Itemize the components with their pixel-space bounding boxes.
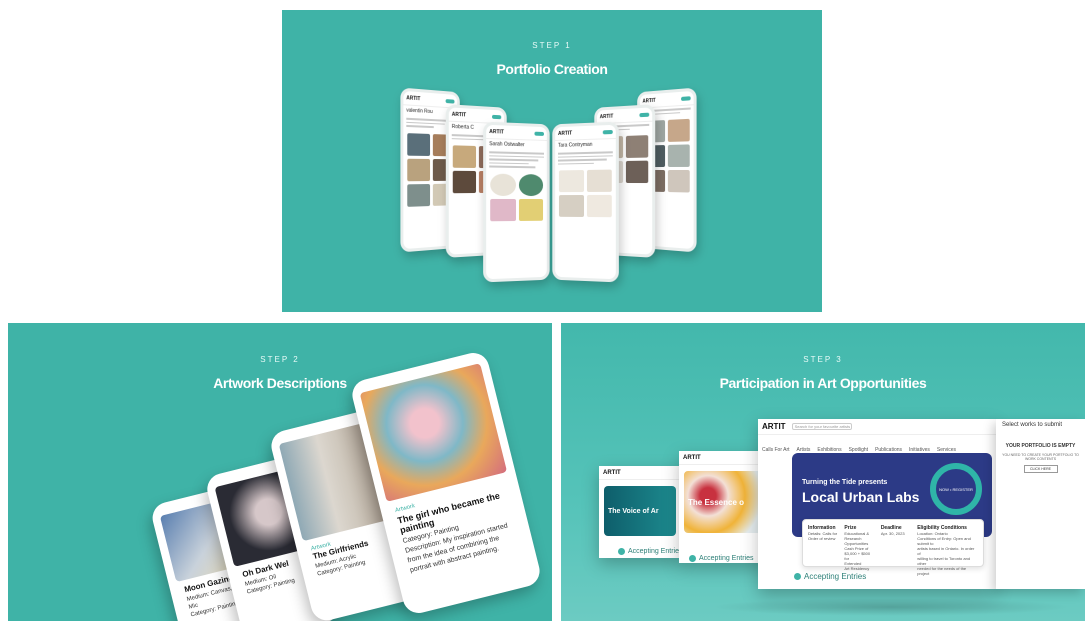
brand-logo: ARTIT <box>406 94 421 102</box>
brand-logo: ARTIT <box>451 111 467 118</box>
empty-text: YOU NEED TO CREATE YOUR PORTFOLIO TO WOR… <box>1002 453 1079 461</box>
artist-name: Sarah Ostwalter <box>489 141 525 149</box>
phone-mockup: ARTIT Sarah Ostwalter <box>483 121 550 283</box>
step1-label: STEP 1 <box>532 41 572 50</box>
status-badge: Accepting Entries <box>689 555 753 562</box>
details-card: Information Details: Calls for Order of r… <box>802 519 984 576</box>
follow-button[interactable] <box>681 95 691 101</box>
artist-name: Tara Contryman <box>558 141 593 149</box>
sidebar-heading: Select works to submit <box>1002 422 1063 428</box>
info-text: Details: Calls for Order of review <box>808 531 838 541</box>
presenter-text: Turning the Tide presents <box>802 479 888 486</box>
brand-logo: ARTIT <box>683 454 701 461</box>
step2-panel: STEP 2 Artwork Descriptions Moon Gazing … <box>8 323 552 621</box>
prize-text: Educational & Research Opportunities Cas… <box>844 531 871 571</box>
step1-panel: STEP 1 Portfolio Creation ARTIT valentin… <box>282 10 822 312</box>
window-shadow <box>711 598 1071 616</box>
follow-button[interactable] <box>492 114 502 119</box>
brand-logo: ARTIT <box>558 129 573 137</box>
hero-headline: Local Urban Labs <box>802 489 920 505</box>
empty-title: YOUR PORTFOLIO IS EMPTY <box>1005 443 1076 449</box>
status-badge: Accepting Entries <box>618 548 682 555</box>
opportunity-window: ARTIT The Voice of Ar <box>599 466 681 558</box>
follow-button[interactable] <box>445 98 455 104</box>
opportunity-window: ARTIT The Essence o <box>679 451 769 563</box>
main-opportunity-window: ARTIT Search for your favourite artists … <box>758 419 996 589</box>
brand-logo: ARTIT <box>599 113 614 120</box>
search-input[interactable]: Search for your favourite artists <box>791 423 852 430</box>
submission-sidebar: Select works to submit YOUR PORTFOLIO IS… <box>996 419 1085 589</box>
eligibility-text: Location: Ontario Conditions of Entry: O… <box>917 531 975 576</box>
opportunity-banner: The Essence o <box>684 471 764 533</box>
brand-logo: ARTIT <box>603 469 621 476</box>
register-badge[interactable]: NOW • REGISTER <box>930 463 982 515</box>
step3-panel: STEP 3 Participation in Art Opportunitie… <box>561 323 1085 621</box>
brand-logo: ARTIT <box>489 128 504 136</box>
step3-label: STEP 3 <box>803 355 843 364</box>
follow-button[interactable] <box>639 112 650 117</box>
status-badge: Accepting Entries <box>794 572 866 581</box>
brand-logo: ARTIT <box>642 97 656 105</box>
step1-title: Portfolio Creation <box>496 61 608 77</box>
follow-button[interactable] <box>534 131 544 136</box>
opportunity-banner: The Voice of Ar <box>604 486 676 536</box>
click-here-button[interactable]: CLICK HERE <box>1023 465 1058 473</box>
phone-mockup: ARTIT Tara Contryman <box>552 121 619 283</box>
brand-logo: ARTIT <box>762 422 786 431</box>
nav-item[interactable]: Calls For Art <box>762 447 790 453</box>
step3-title: Participation in Art Opportunities <box>719 375 927 391</box>
artwork-image <box>359 363 508 502</box>
follow-button[interactable] <box>602 129 613 134</box>
deadline-text: Apr. 30, 2023 <box>880 531 905 536</box>
